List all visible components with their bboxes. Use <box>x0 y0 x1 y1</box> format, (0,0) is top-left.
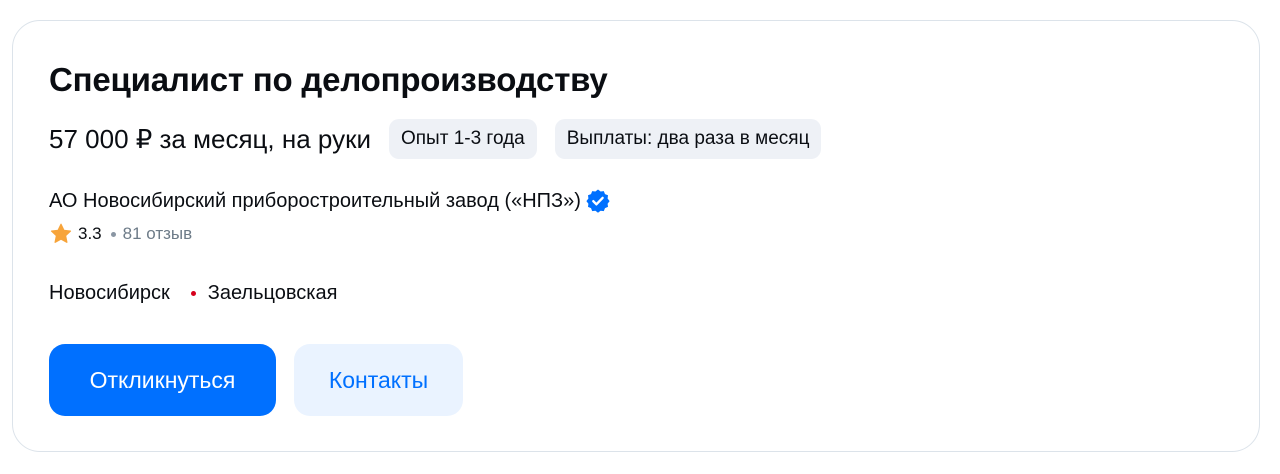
city: Новосибирск <box>49 281 170 304</box>
salary: 57 000 ₽ за месяц, на руки <box>49 123 371 154</box>
contacts-button[interactable]: Контакты <box>294 344 463 416</box>
company-name[interactable]: АО Новосибирский приборостроительный зав… <box>49 190 581 213</box>
company-row: АО Новосибирский приборостроительный зав… <box>49 187 611 215</box>
verified-check-icon <box>585 188 611 214</box>
respond-button[interactable]: Откликнуться <box>49 344 276 416</box>
salary-row: 57 000 ₽ за месяц, на руки Опыт 1-3 года… <box>49 119 839 159</box>
experience-chip: Опыт 1-3 года <box>388 119 537 159</box>
vacancy-title[interactable]: Специалист по делопроизводству <box>49 61 608 99</box>
location-row: Новосибирск Заельцовская <box>49 279 337 307</box>
metro-station: Заельцовская <box>207 281 338 304</box>
star-icon <box>49 222 73 246</box>
payout-chip: Выплаты: два раза в месяц <box>554 119 822 159</box>
separator-dot <box>110 231 116 237</box>
vacancy-card: Специалист по делопроизводству 57 000 ₽ … <box>12 20 1260 452</box>
metro-line-icon <box>190 290 196 296</box>
reviews-link[interactable]: 81 отзыв <box>123 224 193 244</box>
rating-value: 3.3 <box>78 224 102 243</box>
rating-row[interactable]: 3.3 81 отзыв <box>49 221 192 247</box>
